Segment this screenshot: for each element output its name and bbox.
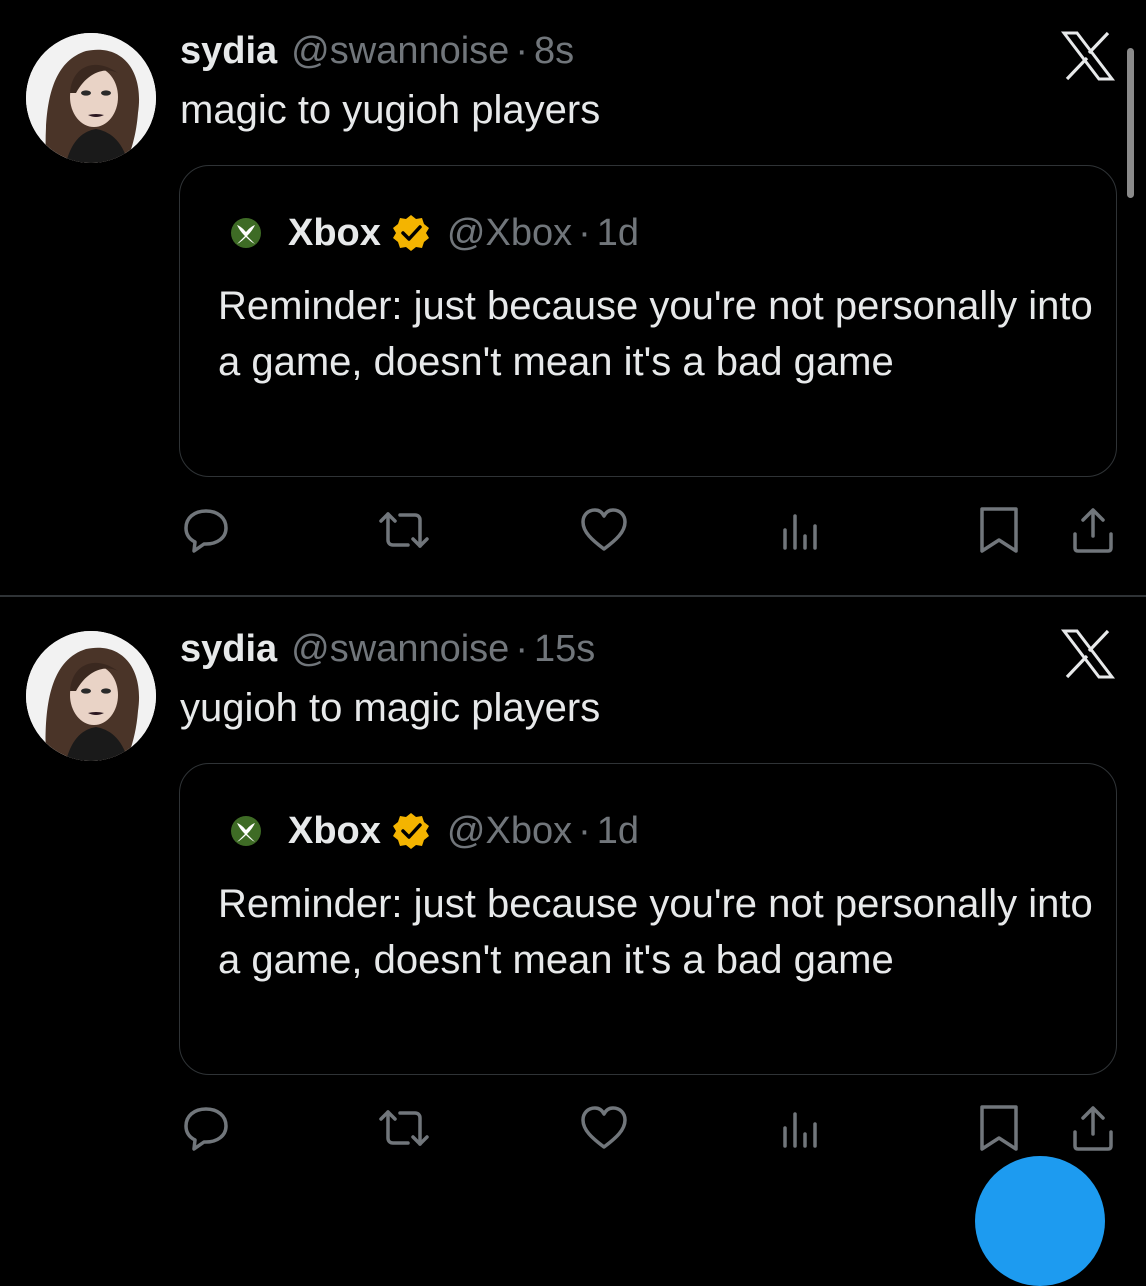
quote-text: Reminder: just because you're not person… bbox=[218, 882, 1093, 982]
xbox-logo-icon bbox=[231, 816, 261, 846]
quote-author-name[interactable]: Xbox bbox=[288, 810, 381, 853]
separator-dot: · bbox=[515, 30, 528, 72]
bookmark-icon[interactable] bbox=[973, 504, 1025, 556]
compose-button[interactable] bbox=[975, 1156, 1105, 1286]
like-icon[interactable] bbox=[578, 504, 630, 556]
x-logo-icon[interactable] bbox=[1060, 628, 1116, 680]
quote-author-name[interactable]: Xbox bbox=[288, 212, 381, 255]
quote-tweet[interactable]: Xbox @Xbox · 1d Reminder: just because y… bbox=[179, 165, 1117, 477]
x-logo-icon[interactable] bbox=[1060, 30, 1116, 82]
quote-header: Xbox @Xbox · 1d bbox=[230, 208, 639, 258]
quote-timestamp[interactable]: 1d bbox=[597, 212, 639, 255]
quote-author-handle[interactable]: @Xbox bbox=[447, 212, 572, 255]
author-handle[interactable]: @swannoise bbox=[291, 628, 509, 671]
repost-icon[interactable] bbox=[378, 1102, 430, 1154]
avatar[interactable] bbox=[26, 631, 156, 761]
share-icon[interactable] bbox=[1067, 504, 1119, 556]
like-icon[interactable] bbox=[578, 1102, 630, 1154]
share-icon[interactable] bbox=[1067, 1102, 1119, 1154]
scrollbar[interactable] bbox=[1127, 48, 1134, 198]
reply-icon[interactable] bbox=[180, 1102, 232, 1154]
views-icon[interactable] bbox=[775, 1102, 827, 1154]
tweet-header: sydia @swannoise · 8s bbox=[180, 30, 574, 78]
timestamp[interactable]: 15s bbox=[534, 628, 595, 671]
tweet[interactable]: sydia @swannoise · 15s yugioh to magic p… bbox=[0, 598, 1146, 1194]
author-name[interactable]: sydia bbox=[180, 30, 277, 73]
tweet-text: yugioh to magic players bbox=[180, 686, 601, 730]
quote-header: Xbox @Xbox · 1d bbox=[230, 806, 639, 856]
avatar[interactable] bbox=[26, 33, 156, 163]
verified-gold-badge-icon bbox=[392, 813, 429, 849]
tweet-actions bbox=[0, 504, 1146, 560]
views-icon[interactable] bbox=[775, 504, 827, 556]
separator-dot: · bbox=[578, 211, 591, 254]
timeline-feed: sydia @swannoise · 8s magic to yugioh pl… bbox=[0, 0, 1146, 1286]
tweet-actions bbox=[0, 1102, 1146, 1158]
profile-photo bbox=[26, 33, 156, 163]
bookmark-icon[interactable] bbox=[973, 1102, 1025, 1154]
quote-timestamp[interactable]: 1d bbox=[597, 810, 639, 853]
author-handle[interactable]: @swannoise bbox=[291, 30, 509, 73]
separator-dot: · bbox=[578, 809, 591, 852]
quote-text: Reminder: just because you're not person… bbox=[218, 284, 1093, 384]
reply-icon[interactable] bbox=[180, 504, 232, 556]
repost-icon[interactable] bbox=[378, 504, 430, 556]
verified-gold-badge-icon bbox=[392, 215, 429, 251]
tweet-header: sydia @swannoise · 15s bbox=[180, 628, 595, 676]
tweet-text: magic to yugioh players bbox=[180, 88, 601, 132]
timestamp[interactable]: 8s bbox=[534, 30, 574, 73]
tweet-divider bbox=[0, 595, 1146, 597]
separator-dot: · bbox=[515, 628, 528, 670]
quote-author-handle[interactable]: @Xbox bbox=[447, 810, 572, 853]
profile-photo bbox=[26, 631, 156, 761]
author-name[interactable]: sydia bbox=[180, 628, 277, 671]
quote-tweet[interactable]: Xbox @Xbox · 1d Reminder: just because y… bbox=[179, 763, 1117, 1075]
tweet[interactable]: sydia @swannoise · 8s magic to yugioh pl… bbox=[0, 0, 1146, 597]
xbox-logo-icon bbox=[231, 218, 261, 248]
